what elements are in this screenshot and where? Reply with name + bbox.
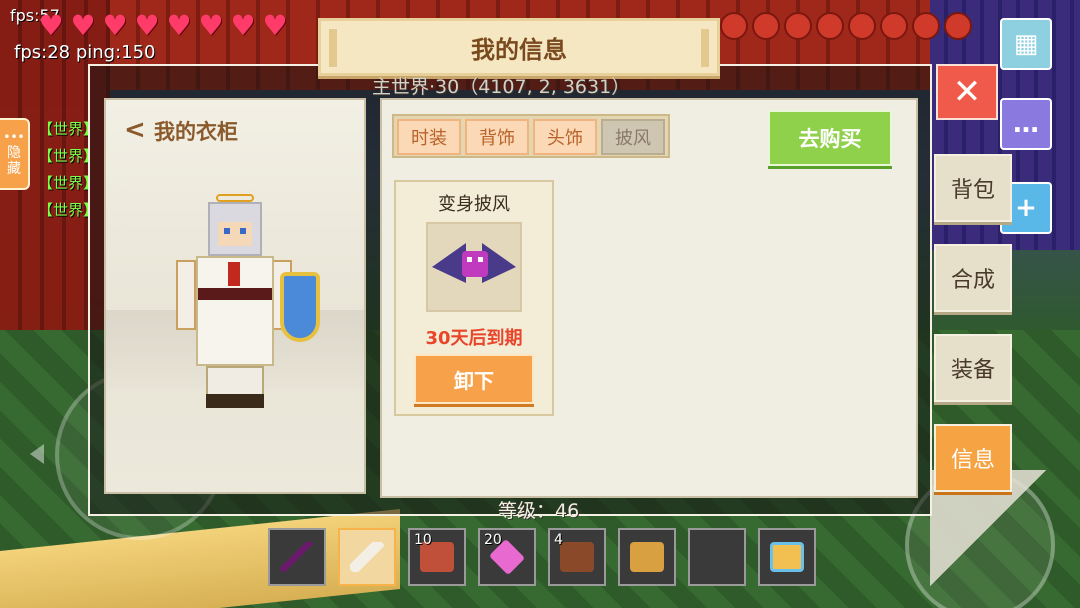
side-menu-item-3[interactable]: 信息: [934, 424, 1012, 492]
tab-1[interactable]: 背饰: [465, 119, 529, 155]
heart-icon: ♥: [102, 9, 128, 42]
cosmetics-panel: 时装 背饰 头饰 披风 去购买 变身披风 30天后到期 卸下: [380, 98, 918, 498]
heart-icon: ♥: [134, 9, 160, 42]
wardrobe-title: 我的衣柜: [154, 120, 238, 144]
dialog-title: 我的信息: [471, 35, 567, 64]
bat-eye: [478, 257, 483, 262]
joystick-left-arrow-icon: [30, 444, 44, 464]
heart-icon: ♥: [38, 9, 64, 42]
hotbar-slot[interactable]: [688, 528, 746, 586]
meat-drumstick-icon: [752, 12, 780, 40]
side-menu-item-1[interactable]: 合成: [934, 244, 1012, 312]
hide-chat-tab[interactable]: ••• 隐藏: [0, 118, 30, 190]
avatar-eye: [224, 228, 230, 234]
meat-drumstick-icon: [784, 12, 812, 40]
side-menu-item-0[interactable]: 背包: [934, 154, 1012, 222]
avatar-feet: [206, 394, 264, 408]
bat-wing-left: [432, 243, 466, 283]
mug-icon: [770, 542, 804, 572]
meat-drumstick-icon: [720, 12, 748, 40]
avatar-cross-emblem: [228, 262, 240, 286]
avatar-shield: [280, 272, 320, 342]
bread-icon: [630, 542, 664, 572]
meat-drumstick-icon: [848, 12, 876, 40]
meat-drumstick-icon: [944, 12, 972, 40]
bat-cape-icon: [432, 237, 516, 297]
heart-icon: ♥: [198, 9, 224, 42]
bat-body: [462, 251, 488, 277]
heart-icon: ♥: [262, 9, 288, 42]
fps-ping-readout: fps:28 ping:150: [14, 42, 156, 63]
close-dialog-button[interactable]: ✕: [936, 64, 998, 120]
tab-3[interactable]: 披风: [601, 119, 665, 155]
hotbar-slot[interactable]: [338, 528, 396, 586]
item-expiry: 30天后到期: [425, 328, 523, 349]
slot-quantity: 20: [484, 532, 502, 548]
wand-icon: [280, 542, 314, 572]
cosmetic-tabs: 时装 背饰 头饰 披风: [392, 114, 670, 158]
chat-bubble-icon: •••: [3, 130, 25, 144]
avatar-eye: [240, 228, 246, 234]
hide-tab-label: 隐藏: [7, 145, 21, 177]
player-level: 等级：46: [498, 500, 580, 522]
item-card[interactable]: 变身披风 30天后到期 卸下: [394, 180, 554, 416]
hotbar-slot[interactable]: 10: [408, 528, 466, 586]
avatar-face: [218, 222, 252, 246]
heart-icon: ♥: [166, 9, 192, 42]
hotbar: 10 20 4: [268, 528, 816, 586]
hotbar-slot[interactable]: [618, 528, 676, 586]
chat-icon[interactable]: …: [1000, 98, 1052, 150]
tab-0[interactable]: 时装: [397, 119, 461, 155]
side-menu-item-2[interactable]: 装备: [934, 334, 1012, 402]
health-hearts: ♥ ♥ ♥ ♥ ♥ ♥ ♥ ♥: [36, 12, 290, 40]
world-coordinates: 主世界·30（4107, 2, 3631）: [372, 76, 631, 98]
hotbar-slot[interactable]: [268, 528, 326, 586]
slot-quantity: 4: [554, 532, 563, 548]
close-icon: ✕: [952, 72, 982, 112]
heart-icon: ♥: [230, 9, 256, 42]
back-arrow-icon[interactable]: [124, 115, 146, 145]
hide-icon: [560, 542, 594, 572]
heart-icon: ♥: [70, 9, 96, 42]
dialog-title-banner: 我的信息: [318, 18, 720, 76]
tab-2[interactable]: 头饰: [533, 119, 597, 155]
avatar-belt: [198, 288, 272, 300]
item-name: 变身披风: [438, 194, 510, 215]
meat-drumstick-icon: [912, 12, 940, 40]
avatar-halo: [216, 194, 254, 202]
unequip-button[interactable]: 卸下: [414, 354, 534, 404]
wardrobe-panel: 我的衣柜: [104, 98, 366, 494]
slot-quantity: 10: [414, 532, 432, 548]
item-image: [426, 222, 522, 312]
avatar-left-arm: [176, 260, 196, 330]
hotbar-slot[interactable]: [758, 528, 816, 586]
bat-eye: [467, 257, 472, 262]
shop-icon[interactable]: ▦: [1000, 18, 1052, 70]
hunger-bar: [720, 12, 972, 40]
hotbar-slot[interactable]: 20: [478, 528, 536, 586]
go-buy-button[interactable]: 去购买: [768, 110, 892, 166]
bone-icon: [350, 542, 384, 572]
hotbar-slot[interactable]: 4: [548, 528, 606, 586]
player-avatar[interactable]: [176, 192, 326, 412]
meat-drumstick-icon: [880, 12, 908, 40]
meat-drumstick-icon: [816, 12, 844, 40]
wardrobe-header: 我的衣柜: [124, 115, 238, 146]
